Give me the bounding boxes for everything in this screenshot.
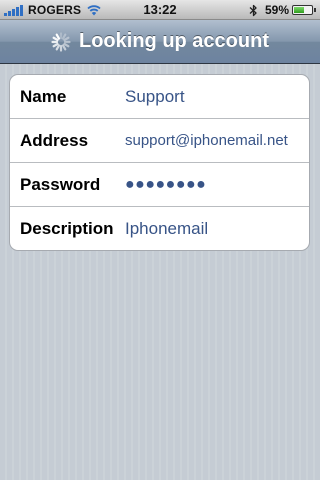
password-label: Password [20, 175, 101, 194]
password-row[interactable]: Password ●●●●●●●● [10, 163, 309, 207]
password-value[interactable]: ●●●●●●●● [125, 163, 303, 207]
page-title: Looking up account [79, 30, 269, 52]
spinner-spoke [61, 33, 67, 40]
spinner-spoke [63, 42, 70, 47]
battery-level-fill [294, 7, 304, 13]
description-row[interactable]: Description Iphonemail [10, 207, 309, 250]
bluetooth-icon [249, 4, 257, 16]
name-value[interactable]: Support [125, 75, 303, 119]
address-label: Address [20, 131, 89, 150]
name-row[interactable]: Name Support [10, 75, 309, 119]
battery-percent: 59% [264, 3, 289, 17]
status-bar: ROGERS 13:22 59% [0, 0, 320, 20]
nav-title-group: Looking up account [0, 20, 320, 63]
spinner-spoke [52, 42, 59, 47]
navigation-bar: Looking up account [0, 20, 320, 64]
spinner-spoke [55, 43, 61, 50]
activity-spinner-icon [51, 31, 71, 52]
spinner-spoke [55, 33, 61, 40]
spinner-spoke [61, 43, 67, 50]
address-row[interactable]: Address support@iphonemail.net [10, 119, 309, 163]
description-label: Description [20, 219, 114, 238]
battery-icon [292, 5, 313, 15]
address-value[interactable]: support@iphonemail.net [125, 119, 303, 163]
battery-tip [314, 8, 316, 12]
name-label: Name [20, 87, 67, 106]
spinner-spoke [52, 36, 59, 41]
account-form: Name Support Address support@iphonemail.… [9, 74, 310, 251]
status-bar-right: 59% [249, 3, 316, 17]
spinner-spoke [63, 36, 70, 41]
description-value[interactable]: Iphonemail [125, 207, 303, 250]
